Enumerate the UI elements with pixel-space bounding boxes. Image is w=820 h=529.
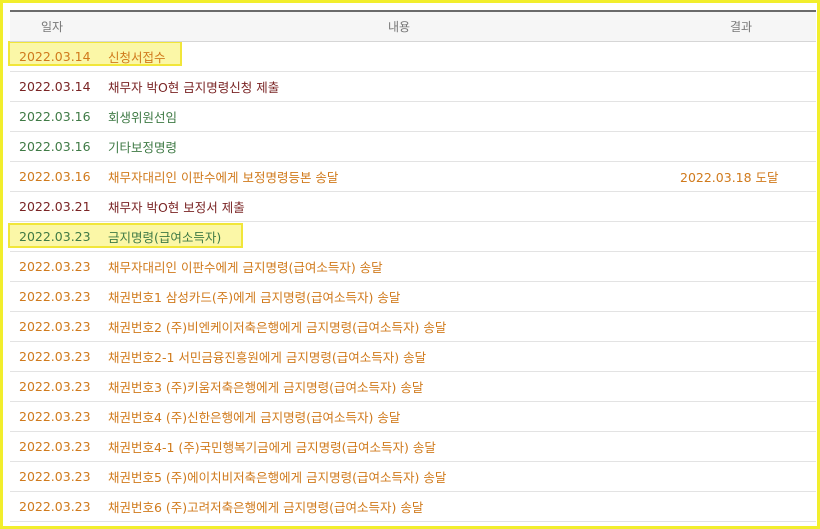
row-date: 2022.03.23	[19, 379, 91, 394]
case-progress-table: 일자 내용 결과 2022.03.14 신청서접수 2022.03.14 채무자…	[10, 10, 816, 522]
row-date: 2022.03.23	[19, 409, 91, 424]
row-content: 채무자 박O현 보정서 제출	[108, 200, 245, 215]
row-content: 기타보정명령	[108, 140, 178, 155]
row-content: 채권번호5 (주)에이치비저축은행에게 금지명령(급여소득자) 송달	[108, 470, 447, 485]
header-result: 결과	[729, 20, 753, 34]
row-date: 2022.03.16	[19, 139, 91, 154]
row-content: 채권번호4-1 (주)국민행복기금에게 금지명령(급여소득자) 송달	[108, 440, 436, 455]
table-row: 2022.03.16 기타보정명령	[10, 132, 816, 162]
row-content: 채권번호2-1 서민금융진흥원에게 금지명령(급여소득자) 송달	[108, 350, 427, 365]
row-content: 채권번호1 삼성카드(주)에게 금지명령(급여소득자) 송달	[108, 290, 401, 305]
header-date: 일자	[40, 20, 64, 34]
screenshot-frame: 일자 내용 결과 2022.03.14 신청서접수 2022.03.14 채무자…	[0, 0, 820, 529]
row-content: 금지명령(급여소득자)	[108, 230, 222, 245]
table-header: 일자 내용 결과	[10, 12, 816, 42]
row-date: 2022.03.16	[19, 169, 91, 184]
table-row: 2022.03.21 채무자 박O현 보정서 제출	[10, 192, 816, 222]
row-date: 2022.03.23	[19, 469, 91, 484]
row-result: 2022.03.18 도달	[680, 170, 779, 185]
row-content: 채무자대리인 이판수에게 금지명령(급여소득자) 송달	[108, 260, 383, 275]
row-date: 2022.03.23	[19, 319, 91, 334]
row-date: 2022.03.23	[19, 439, 91, 454]
table-row: 2022.03.23 채권번호4 (주)신한은행에게 금지명령(급여소득자) 송…	[10, 402, 816, 432]
row-date: 2022.03.23	[19, 259, 91, 274]
row-content: 채무자대리인 이판수에게 보정명령등본 송달	[108, 170, 339, 185]
row-content: 신청서접수	[108, 50, 166, 65]
row-date: 2022.03.23	[19, 289, 91, 304]
header-content: 내용	[387, 20, 411, 34]
row-content: 채권번호2 (주)비엔케이저축은행에게 금지명령(급여소득자) 송달	[108, 320, 447, 335]
table-row: 2022.03.14 신청서접수	[10, 42, 816, 72]
row-date: 2022.03.14	[19, 49, 91, 64]
table-row: 2022.03.16 회생위원선임	[10, 102, 816, 132]
table-row: 2022.03.23 채무자대리인 이판수에게 금지명령(급여소득자) 송달	[10, 252, 816, 282]
row-content: 채무자 박O현 금지명령신청 제출	[108, 80, 280, 95]
row-date: 2022.03.21	[19, 199, 91, 214]
row-content: 채권번호3 (주)키움저축은행에게 금지명령(급여소득자) 송달	[108, 380, 424, 395]
table-row: 2022.03.23 채권번호2 (주)비엔케이저축은행에게 금지명령(급여소득…	[10, 312, 816, 342]
table-row: 2022.03.23 채권번호6 (주)고려저축은행에게 금지명령(급여소득자)…	[10, 492, 816, 522]
row-content: 회생위원선임	[108, 110, 178, 125]
table-row: 2022.03.14 채무자 박O현 금지명령신청 제출	[10, 72, 816, 102]
table-row: 2022.03.23 채권번호1 삼성카드(주)에게 금지명령(급여소득자) 송…	[10, 282, 816, 312]
table-row: 2022.03.16 채무자대리인 이판수에게 보정명령등본 송달 2022.0…	[10, 162, 816, 192]
table-row: 2022.03.23 금지명령(급여소득자)	[10, 222, 816, 252]
row-date: 2022.03.23	[19, 349, 91, 364]
row-date: 2022.03.14	[19, 79, 91, 94]
row-date: 2022.03.23	[19, 229, 91, 244]
row-content: 채권번호4 (주)신한은행에게 금지명령(급여소득자) 송달	[108, 410, 401, 425]
table-row: 2022.03.23 채권번호4-1 (주)국민행복기금에게 금지명령(급여소득…	[10, 432, 816, 462]
table-row: 2022.03.23 채권번호2-1 서민금융진흥원에게 금지명령(급여소득자)…	[10, 342, 816, 372]
table-row: 2022.03.23 채권번호5 (주)에이치비저축은행에게 금지명령(급여소득…	[10, 462, 816, 492]
row-date: 2022.03.16	[19, 109, 91, 124]
table-row: 2022.03.23 채권번호3 (주)키움저축은행에게 금지명령(급여소득자)…	[10, 372, 816, 402]
row-content: 채권번호6 (주)고려저축은행에게 금지명령(급여소득자) 송달	[108, 500, 424, 515]
row-date: 2022.03.23	[19, 499, 91, 514]
